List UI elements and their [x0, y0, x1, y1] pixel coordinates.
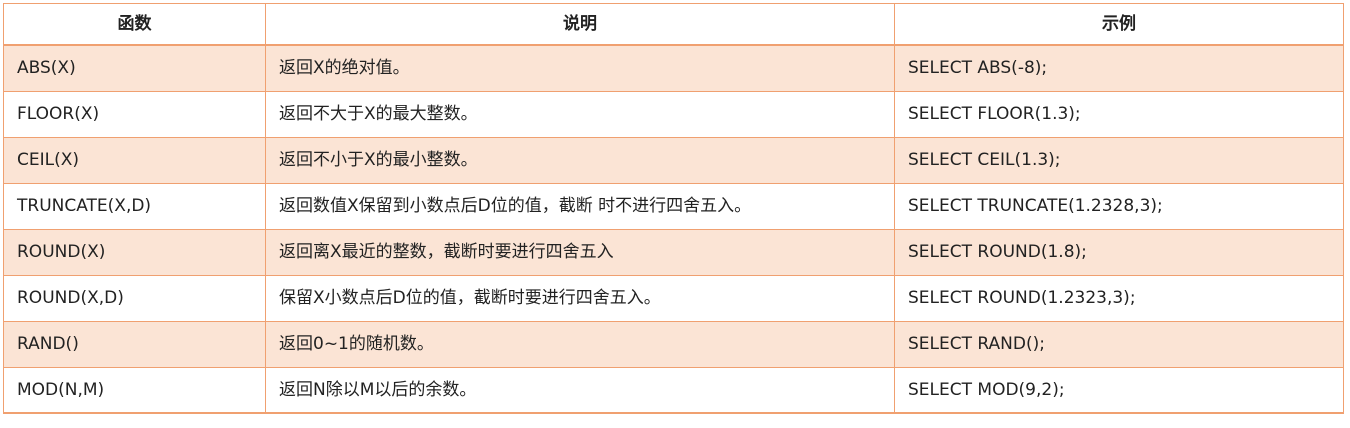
- table-row: ROUND(X,D) 保留X小数点后D位的值，截断时要进行四舍五入。 SELEC…: [3, 274, 1344, 322]
- cell-function: CEIL(X): [3, 136, 266, 184]
- cell-example: SELECT ABS(-8);: [894, 44, 1344, 92]
- cell-function: FLOOR(X): [3, 90, 266, 138]
- cell-example: SELECT CEIL(1.3);: [894, 136, 1344, 184]
- cell-function: ROUND(X,D): [3, 274, 266, 322]
- table-body: ABS(X) 返回X的绝对值。 SELECT ABS(-8); FLOOR(X)…: [3, 44, 1344, 414]
- table-row: RAND() 返回0~1的随机数。 SELECT RAND();: [3, 320, 1344, 368]
- header-example: 示例: [894, 3, 1344, 46]
- cell-function: MOD(N,M): [3, 366, 266, 414]
- table-row: TRUNCATE(X,D) 返回数值X保留到小数点后D位的值，截断 时不进行四舍…: [3, 182, 1344, 230]
- cell-function: RAND(): [3, 320, 266, 368]
- cell-description: 返回离X最近的整数，截断时要进行四舍五入: [265, 228, 895, 276]
- function-table: 函数 说明 示例 ABS(X) 返回X的绝对值。 SELECT ABS(-8);…: [3, 3, 1344, 414]
- header-function: 函数: [3, 3, 266, 46]
- cell-description: 返回不小于X的最小整数。: [265, 136, 895, 184]
- cell-function: ABS(X): [3, 44, 266, 92]
- header-row: 函数 说明 示例: [3, 3, 1344, 46]
- cell-description: 返回不大于X的最大整数。: [265, 90, 895, 138]
- cell-description: 保留X小数点后D位的值，截断时要进行四舍五入。: [265, 274, 895, 322]
- table-header: 函数 说明 示例: [3, 3, 1344, 46]
- cell-example: SELECT ROUND(1.2323,3);: [894, 274, 1344, 322]
- cell-example: SELECT FLOOR(1.3);: [894, 90, 1344, 138]
- table-row: ABS(X) 返回X的绝对值。 SELECT ABS(-8);: [3, 44, 1344, 92]
- cell-example: SELECT TRUNCATE(1.2328,3);: [894, 182, 1344, 230]
- cell-example: SELECT RAND();: [894, 320, 1344, 368]
- cell-description: 返回数值X保留到小数点后D位的值，截断 时不进行四舍五入。: [265, 182, 895, 230]
- table-row: MOD(N,M) 返回N除以M以后的余数。 SELECT MOD(9,2);: [3, 366, 1344, 414]
- table-row: FLOOR(X) 返回不大于X的最大整数。 SELECT FLOOR(1.3);: [3, 90, 1344, 138]
- cell-description: 返回0~1的随机数。: [265, 320, 895, 368]
- cell-example: SELECT ROUND(1.8);: [894, 228, 1344, 276]
- cell-description: 返回N除以M以后的余数。: [265, 366, 895, 414]
- table-row: ROUND(X) 返回离X最近的整数，截断时要进行四舍五入 SELECT ROU…: [3, 228, 1344, 276]
- cell-function: ROUND(X): [3, 228, 266, 276]
- cell-example: SELECT MOD(9,2);: [894, 366, 1344, 414]
- cell-description: 返回X的绝对值。: [265, 44, 895, 92]
- table-row: CEIL(X) 返回不小于X的最小整数。 SELECT CEIL(1.3);: [3, 136, 1344, 184]
- cell-function: TRUNCATE(X,D): [3, 182, 266, 230]
- function-table-container: 函数 说明 示例 ABS(X) 返回X的绝对值。 SELECT ABS(-8);…: [3, 3, 1344, 414]
- header-description: 说明: [265, 3, 895, 46]
